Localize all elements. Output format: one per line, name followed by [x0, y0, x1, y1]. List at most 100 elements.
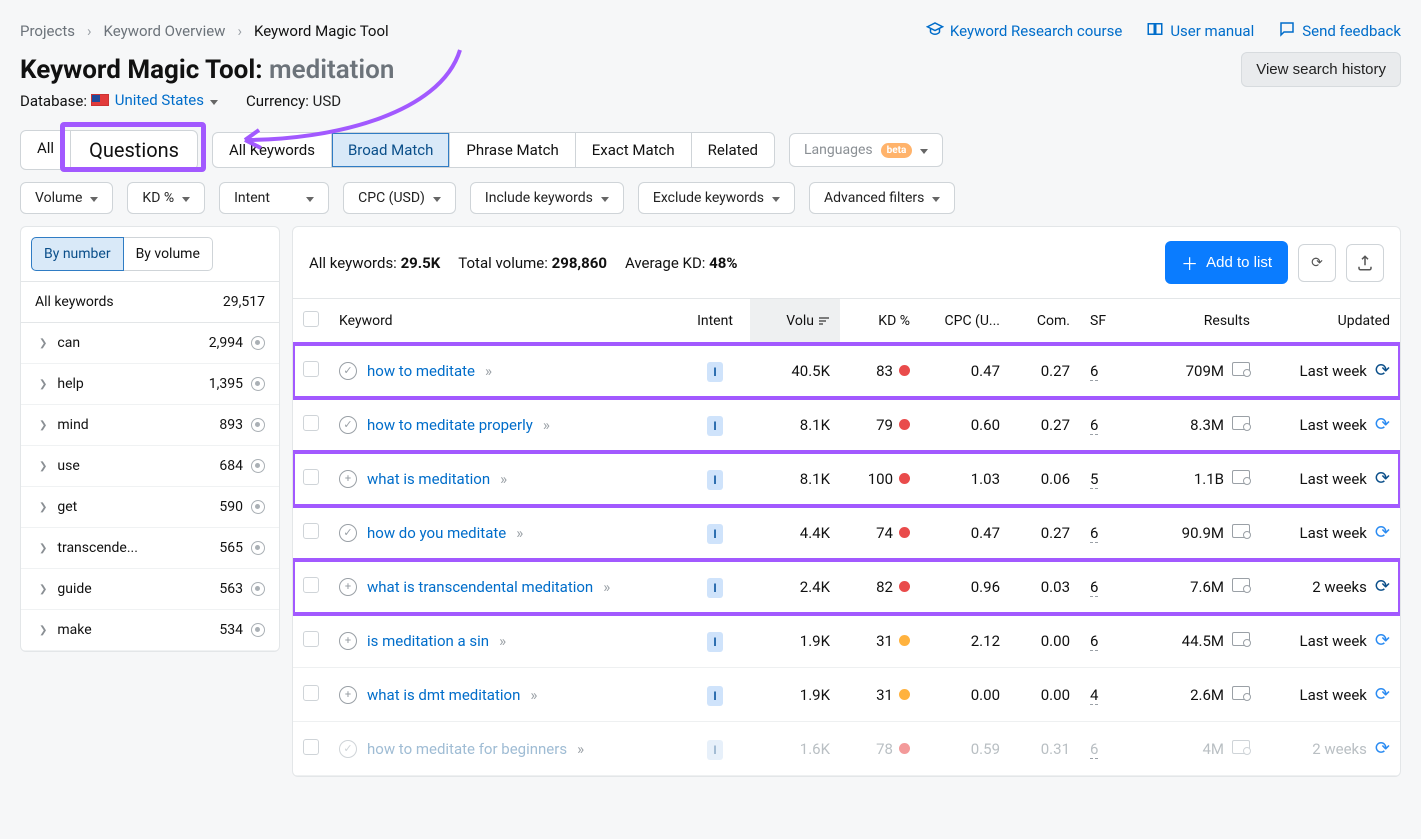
- link-send-feedback[interactable]: Send feedback: [1278, 20, 1401, 42]
- tab-phrase-match[interactable]: Phrase Match: [450, 133, 575, 167]
- filter-intent[interactable]: Intent: [219, 182, 329, 214]
- check-circle-icon[interactable]: [339, 740, 357, 758]
- row-checkbox[interactable]: [303, 739, 319, 755]
- col-keyword[interactable]: Keyword: [329, 299, 680, 344]
- row-checkbox[interactable]: [303, 415, 319, 431]
- eye-icon[interactable]: [251, 582, 265, 596]
- col-cpc[interactable]: CPC (U...: [920, 299, 1010, 344]
- serp-snapshot-icon[interactable]: [1232, 470, 1250, 484]
- crumb-projects[interactable]: Projects: [20, 22, 75, 40]
- open-keyword-icon[interactable]: »: [499, 632, 503, 650]
- open-keyword-icon[interactable]: »: [603, 578, 607, 596]
- col-volume[interactable]: Volu: [750, 299, 840, 344]
- serp-snapshot-icon[interactable]: [1232, 578, 1250, 592]
- row-checkbox[interactable]: [303, 685, 319, 701]
- serp-snapshot-icon[interactable]: [1232, 740, 1250, 754]
- col-intent[interactable]: Intent: [680, 299, 750, 344]
- tab-all[interactable]: All: [21, 131, 71, 169]
- sidebar-group[interactable]: ❯can 2,994: [21, 323, 279, 364]
- plus-circle-icon[interactable]: [339, 470, 357, 488]
- keyword-link[interactable]: how to meditate for beginners: [367, 740, 567, 758]
- plus-circle-icon[interactable]: [339, 578, 357, 596]
- refresh-row-icon[interactable]: ⟳: [1375, 684, 1390, 705]
- refresh-row-icon[interactable]: ⟳: [1375, 360, 1390, 381]
- row-checkbox[interactable]: [303, 523, 319, 539]
- refresh-row-icon[interactable]: ⟳: [1375, 414, 1390, 435]
- tab-related[interactable]: Related: [692, 133, 774, 167]
- serp-snapshot-icon[interactable]: [1232, 632, 1250, 646]
- filter-advanced[interactable]: Advanced filters: [809, 182, 955, 214]
- check-circle-icon[interactable]: [339, 524, 357, 542]
- filter-volume[interactable]: Volume: [20, 182, 113, 214]
- view-search-history-button[interactable]: View search history: [1241, 52, 1401, 87]
- keyword-link[interactable]: what is meditation: [367, 470, 490, 488]
- sidebar-group[interactable]: ❯use 684: [21, 446, 279, 487]
- keyword-link[interactable]: how to meditate: [367, 362, 475, 380]
- open-keyword-icon[interactable]: »: [516, 524, 520, 542]
- tab-broad-match[interactable]: Broad Match: [332, 133, 450, 167]
- open-keyword-icon[interactable]: »: [500, 470, 504, 488]
- sidebar-group[interactable]: ❯guide 563: [21, 569, 279, 610]
- serp-snapshot-icon[interactable]: [1232, 524, 1250, 538]
- refresh-row-icon[interactable]: ⟳: [1375, 468, 1390, 489]
- keyword-link[interactable]: how do you meditate: [367, 524, 506, 542]
- filter-kd[interactable]: KD %: [127, 182, 205, 214]
- eye-icon[interactable]: [251, 336, 265, 350]
- filter-include-keywords[interactable]: Include keywords: [470, 182, 624, 214]
- col-results[interactable]: Results: [1130, 299, 1260, 344]
- tab-by-number[interactable]: By number: [31, 237, 124, 271]
- sidebar-group[interactable]: ❯mind 893: [21, 405, 279, 446]
- sidebar-group[interactable]: ❯get 590: [21, 487, 279, 528]
- serp-snapshot-icon[interactable]: [1232, 362, 1250, 376]
- tab-by-volume[interactable]: By volume: [124, 237, 213, 271]
- refresh-row-icon[interactable]: ⟳: [1375, 738, 1390, 759]
- keyword-link[interactable]: what is dmt meditation: [367, 686, 520, 704]
- sidebar-all-keywords[interactable]: All keywords 29,517: [21, 282, 279, 323]
- eye-icon[interactable]: [251, 418, 265, 432]
- open-keyword-icon[interactable]: »: [577, 740, 581, 758]
- link-user-manual[interactable]: User manual: [1146, 20, 1254, 42]
- sidebar-group[interactable]: ❯help 1,395: [21, 364, 279, 405]
- plus-circle-icon[interactable]: [339, 686, 357, 704]
- col-com[interactable]: Com.: [1010, 299, 1080, 344]
- check-circle-icon[interactable]: [339, 362, 357, 380]
- row-checkbox[interactable]: [303, 631, 319, 647]
- row-checkbox[interactable]: [303, 577, 319, 593]
- sidebar-group[interactable]: ❯transcende... 565: [21, 528, 279, 569]
- filter-cpc[interactable]: CPC (USD): [343, 182, 456, 214]
- add-to-list-button[interactable]: ＋ Add to list: [1165, 241, 1288, 284]
- refresh-row-icon[interactable]: ⟳: [1375, 630, 1390, 651]
- refresh-row-icon[interactable]: ⟳: [1375, 576, 1390, 597]
- plus-circle-icon[interactable]: [339, 632, 357, 650]
- row-checkbox[interactable]: [303, 469, 319, 485]
- tab-exact-match[interactable]: Exact Match: [576, 133, 692, 167]
- col-updated[interactable]: Updated: [1260, 299, 1400, 344]
- serp-snapshot-icon[interactable]: [1232, 686, 1250, 700]
- refresh-button[interactable]: ⟳: [1298, 244, 1336, 282]
- eye-icon[interactable]: [251, 500, 265, 514]
- tab-all-keywords[interactable]: All Keywords: [213, 133, 332, 167]
- open-keyword-icon[interactable]: »: [485, 362, 489, 380]
- serp-snapshot-icon[interactable]: [1232, 416, 1250, 430]
- col-sf[interactable]: SF: [1080, 299, 1130, 344]
- export-button[interactable]: [1346, 244, 1384, 282]
- sidebar-group[interactable]: ❯make 534: [21, 610, 279, 651]
- select-all-checkbox[interactable]: [303, 311, 319, 327]
- eye-icon[interactable]: [251, 377, 265, 391]
- keyword-link[interactable]: is meditation a sin: [367, 632, 489, 650]
- filter-exclude-keywords[interactable]: Exclude keywords: [638, 182, 795, 214]
- col-kd[interactable]: KD %: [840, 299, 920, 344]
- row-checkbox[interactable]: [303, 361, 319, 377]
- crumb-overview[interactable]: Keyword Overview: [104, 22, 226, 40]
- eye-icon[interactable]: [251, 541, 265, 555]
- keyword-link[interactable]: how to meditate properly: [367, 416, 533, 434]
- link-research-course[interactable]: Keyword Research course: [926, 20, 1122, 42]
- eye-icon[interactable]: [251, 623, 265, 637]
- refresh-row-icon[interactable]: ⟳: [1375, 522, 1390, 543]
- keyword-link[interactable]: what is transcendental meditation: [367, 578, 593, 596]
- database-selector[interactable]: United States: [91, 91, 218, 109]
- eye-icon[interactable]: [251, 459, 265, 473]
- tab-questions[interactable]: Questions: [71, 131, 197, 169]
- open-keyword-icon[interactable]: »: [530, 686, 534, 704]
- languages-dropdown[interactable]: Languages beta: [789, 133, 943, 167]
